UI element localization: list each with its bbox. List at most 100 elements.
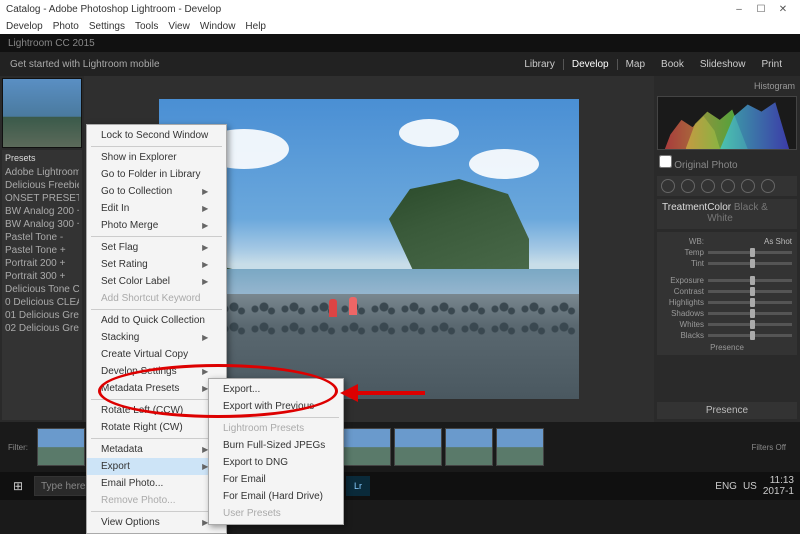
menu-item-develop-settings[interactable]: Develop Settings▶: [87, 363, 226, 380]
menu-item-email-photo-[interactable]: Email Photo...: [87, 475, 226, 492]
filter-status[interactable]: Filters Off: [751, 443, 786, 452]
menu-item-view-options[interactable]: View Options▶: [87, 514, 226, 531]
module-map[interactable]: Map: [618, 59, 653, 70]
top-bar: Get started with Lightroom mobile Librar…: [0, 52, 800, 76]
preset-item[interactable]: Pastel Tone +: [5, 244, 79, 257]
window-title: Catalog - Adobe Photoshop Lightroom - De…: [6, 4, 221, 15]
temp-slider[interactable]: [708, 251, 792, 254]
treatment-panel: TreatmentColor Black & White: [657, 199, 797, 229]
module-book[interactable]: Book: [653, 59, 692, 70]
close-button[interactable]: ✕: [772, 2, 794, 16]
menu-item-create-virtual-copy[interactable]: Create Virtual Copy: [87, 346, 226, 363]
module-print[interactable]: Print: [753, 59, 790, 70]
gradient-tool-icon[interactable]: [721, 179, 735, 193]
preset-item[interactable]: ONSET PRESET FREE: [5, 192, 79, 205]
identity-bar: Lightroom CC 2015: [0, 34, 800, 52]
preset-item[interactable]: Portrait 200 +: [5, 257, 79, 270]
maximize-button[interactable]: ☐: [750, 2, 772, 16]
menu-item-set-flag[interactable]: Set Flag▶: [87, 239, 226, 256]
menu-item-set-color-label[interactable]: Set Color Label▶: [87, 273, 226, 290]
spot-tool-icon[interactable]: [681, 179, 695, 193]
brush-tool-icon[interactable]: [761, 179, 775, 193]
tool-strip: [657, 176, 797, 196]
menu-bar: Develop Photo Settings Tools View Window…: [0, 18, 800, 34]
right-panel: Histogram Original Photo TreatmentColor …: [654, 76, 800, 422]
menu-item-lock-to-second-window[interactable]: Lock to Second Window: [87, 127, 226, 144]
preset-item[interactable]: 02 Delicious Green F: [5, 322, 79, 335]
menu-item-metadata[interactable]: Metadata▶: [87, 441, 226, 458]
menu-item-lightroom-presets: Lightroom Presets: [209, 420, 343, 437]
histogram[interactable]: [657, 96, 797, 150]
menu-item-rotate-right-cw-[interactable]: Rotate Right (CW): [87, 419, 226, 436]
minimize-button[interactable]: –: [728, 2, 750, 16]
module-develop[interactable]: Develop: [563, 59, 618, 70]
filmstrip-thumb[interactable]: [445, 428, 493, 466]
preset-item[interactable]: 0 Delicious CLEAR T: [5, 296, 79, 309]
menu-photo[interactable]: Photo: [53, 21, 79, 32]
menu-item-edit-in[interactable]: Edit In▶: [87, 200, 226, 217]
menu-item-show-in-explorer[interactable]: Show in Explorer: [87, 149, 226, 166]
menu-item-go-to-collection[interactable]: Go to Collection▶: [87, 183, 226, 200]
preset-item[interactable]: Adobe Lightroom Develop: [5, 166, 79, 179]
crop-tool-icon[interactable]: [661, 179, 675, 193]
preset-item[interactable]: Delicious Tone Curve: [5, 283, 79, 296]
menu-item-export-to-dng[interactable]: Export to DNG: [209, 454, 343, 471]
presets-header: Presets: [5, 153, 79, 163]
start-button[interactable]: ⊞: [6, 476, 30, 496]
highlights-slider[interactable]: [708, 301, 792, 304]
product-name: Lightroom CC 2015: [8, 38, 95, 49]
module-slideshow[interactable]: Slideshow: [692, 59, 754, 70]
navigator-thumbnail[interactable]: [2, 78, 82, 148]
menu-item-for-email-hard-drive-[interactable]: For Email (Hard Drive): [209, 488, 343, 505]
menu-item-for-email[interactable]: For Email: [209, 471, 343, 488]
presence-button[interactable]: Presence: [657, 402, 797, 419]
menu-item-stacking[interactable]: Stacking▶: [87, 329, 226, 346]
preset-item[interactable]: BW Analog 300 +: [5, 218, 79, 231]
mobile-tip[interactable]: Get started with Lightroom mobile: [10, 59, 160, 70]
exposure-slider[interactable]: [708, 279, 792, 282]
menu-item-set-rating[interactable]: Set Rating▶: [87, 256, 226, 273]
menu-help[interactable]: Help: [245, 21, 266, 32]
redeye-tool-icon[interactable]: [701, 179, 715, 193]
tint-slider[interactable]: [708, 262, 792, 265]
menu-item-rotate-left-ccw-[interactable]: Rotate Left (CCW): [87, 402, 226, 419]
menu-item-add-to-quick-collection[interactable]: Add to Quick Collection: [87, 312, 226, 329]
filmstrip-thumb[interactable]: [37, 428, 85, 466]
menu-window[interactable]: Window: [200, 21, 236, 32]
preset-item[interactable]: BW Analog 200 +: [5, 205, 79, 218]
menu-settings[interactable]: Settings: [89, 21, 125, 32]
menu-item-remove-photo-: Remove Photo...: [87, 492, 226, 509]
histogram-label: Histogram: [657, 79, 797, 93]
lightroom-icon[interactable]: Lr: [346, 476, 370, 496]
context-menu: Lock to Second WindowShow in ExplorerGo …: [86, 124, 227, 534]
preset-item[interactable]: 01 Delicious Green F: [5, 309, 79, 322]
preset-item[interactable]: Delicious Freebies 2015: [5, 179, 79, 192]
menu-item-burn-full-sized-jpegs[interactable]: Burn Full-Sized JPEGs: [209, 437, 343, 454]
preset-item[interactable]: Portrait 300 +: [5, 270, 79, 283]
menu-tools[interactable]: Tools: [135, 21, 158, 32]
module-library[interactable]: Library: [516, 59, 563, 70]
menu-item-export[interactable]: Export▶: [87, 458, 226, 475]
contrast-slider[interactable]: [708, 290, 792, 293]
shadows-slider[interactable]: [708, 312, 792, 315]
menu-item-metadata-presets[interactable]: Metadata Presets▶: [87, 380, 226, 397]
menu-item-add-shortcut-keyword: Add Shortcut Keyword: [87, 290, 226, 307]
menu-item-export-with-previous[interactable]: Export with Previous: [209, 398, 343, 415]
blacks-slider[interactable]: [708, 334, 792, 337]
menu-item-go-to-folder-in-library[interactable]: Go to Folder in Library: [87, 166, 226, 183]
system-tray[interactable]: ENG US 11:132017-1: [715, 475, 794, 497]
menu-view[interactable]: View: [168, 21, 190, 32]
window-titlebar: Catalog - Adobe Photoshop Lightroom - De…: [0, 0, 800, 18]
original-photo-checkbox[interactable]: [659, 155, 672, 168]
left-panel: Presets Adobe Lightroom Develop Deliciou…: [0, 76, 84, 422]
menu-item-photo-merge[interactable]: Photo Merge▶: [87, 217, 226, 234]
menu-develop[interactable]: Develop: [6, 21, 43, 32]
filmstrip-thumb[interactable]: [343, 428, 391, 466]
whites-slider[interactable]: [708, 323, 792, 326]
filmstrip-thumb[interactable]: [394, 428, 442, 466]
menu-item-export-[interactable]: Export...: [209, 381, 343, 398]
filmstrip-thumb[interactable]: [496, 428, 544, 466]
preset-item[interactable]: Pastel Tone -: [5, 231, 79, 244]
radial-tool-icon[interactable]: [741, 179, 755, 193]
menu-item-user-presets: User Presets: [209, 505, 343, 522]
